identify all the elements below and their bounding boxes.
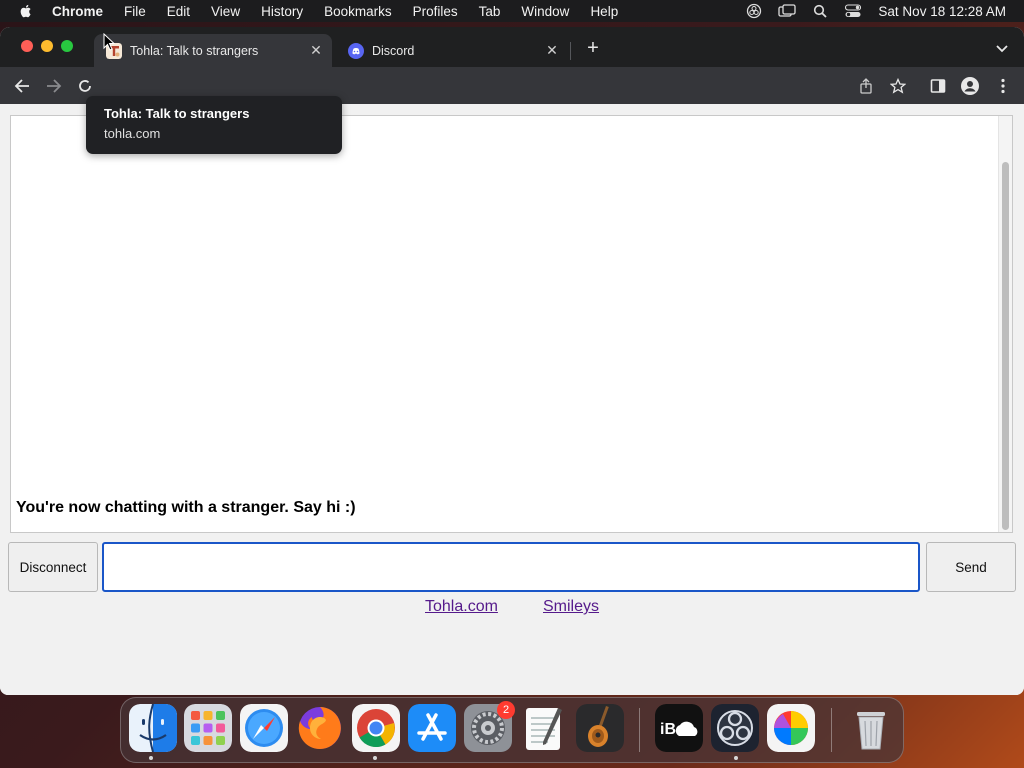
reload-icon[interactable] — [76, 77, 94, 95]
tab-search-chevron-icon[interactable] — [994, 40, 1010, 56]
menu-edit[interactable]: Edit — [167, 4, 190, 19]
tab-tohla[interactable]: Tohla: Talk to strangers ✕ — [94, 34, 332, 67]
dock: 2 iB — [120, 697, 904, 763]
back-arrow-icon[interactable] — [13, 77, 31, 95]
control-center-icon[interactable] — [844, 3, 862, 19]
menu-bar: Chrome File Edit View History Bookmarks … — [0, 0, 1024, 22]
tab-title: Tohla: Talk to strangers — [130, 43, 259, 58]
scrollbar-thumb[interactable] — [1002, 162, 1009, 530]
minimize-window-button[interactable] — [41, 40, 53, 52]
spotlight-search-icon[interactable] — [811, 3, 829, 19]
fullscreen-window-button[interactable] — [61, 40, 73, 52]
menu-history[interactable]: History — [261, 4, 303, 19]
obs-status-icon[interactable] — [745, 3, 763, 19]
running-indicator — [734, 756, 738, 760]
tab-discord[interactable]: Discord ✕ — [336, 34, 568, 67]
profile-avatar-icon[interactable] — [961, 77, 979, 95]
share-icon[interactable] — [857, 77, 875, 95]
system-message: You're now chatting with a stranger. Say… — [16, 499, 356, 516]
running-indicator — [373, 756, 377, 760]
dock-separator — [831, 708, 832, 752]
tab-hover-tooltip: Tohla: Talk to strangers tohla.com — [86, 96, 342, 154]
chat-scrollbar[interactable] — [998, 116, 1012, 532]
forward-arrow-icon[interactable] — [45, 77, 63, 95]
firefox-icon[interactable] — [296, 704, 344, 752]
trash-icon[interactable] — [847, 704, 895, 752]
menu-app-chrome[interactable]: Chrome — [52, 4, 103, 19]
status-area: Sat Nov 18 12:28 AM — [730, 0, 1006, 22]
chat-log[interactable]: You're now chatting with a stranger. Say… — [10, 115, 1013, 533]
discord-icon — [348, 42, 364, 59]
app-store-icon[interactable] — [408, 704, 456, 752]
tab-title: Discord — [372, 43, 415, 58]
mouse-cursor-icon — [103, 33, 115, 51]
browser-window: Tohla: Talk to strangers ✕ Discord ✕ + Y… — [0, 27, 1024, 695]
tab-strip: Tohla: Talk to strangers ✕ Discord ✕ + — [0, 27, 1024, 67]
close-window-button[interactable] — [21, 40, 33, 52]
notification-badge: 2 — [497, 701, 515, 719]
more-menu-icon[interactable] — [994, 77, 1012, 95]
menu-profiles[interactable]: Profiles — [413, 4, 458, 19]
launchpad-icon[interactable] — [184, 704, 232, 752]
textedit-icon[interactable] — [520, 704, 568, 752]
menu-help[interactable]: Help — [590, 4, 618, 19]
message-input[interactable] — [102, 542, 920, 592]
chrome-icon[interactable] — [352, 704, 400, 752]
new-tab-plus-icon[interactable]: + — [584, 38, 602, 58]
menu-bookmarks[interactable]: Bookmarks — [324, 4, 392, 19]
apple-icon[interactable] — [18, 3, 34, 19]
tab-separator — [570, 42, 571, 60]
obs-icon[interactable] — [711, 704, 759, 752]
disconnect-button[interactable]: Disconnect — [8, 542, 98, 592]
system-settings-icon[interactable]: 2 — [464, 701, 515, 752]
iboysoft-icloud-icon[interactable]: iB — [655, 704, 703, 752]
dock-separator — [639, 708, 640, 752]
tohla-link[interactable]: Tohla.com — [425, 598, 498, 616]
color-picker-icon[interactable] — [767, 704, 815, 752]
finder-icon[interactable] — [129, 704, 177, 752]
tooltip-title: Tohla: Talk to strangers — [104, 106, 250, 121]
bookmark-star-icon[interactable] — [889, 77, 907, 95]
menubar-clock[interactable]: Sat Nov 18 12:28 AM — [878, 4, 1006, 19]
menu-view[interactable]: View — [211, 4, 240, 19]
close-tab-icon[interactable]: ✕ — [308, 42, 324, 59]
screen-mirroring-icon[interactable] — [778, 3, 797, 19]
garageband-icon[interactable] — [576, 704, 624, 752]
page-content: You're now chatting with a stranger. Say… — [0, 104, 1024, 695]
send-button[interactable]: Send — [926, 542, 1016, 592]
svg-text:iB: iB — [660, 721, 676, 738]
tooltip-url: tohla.com — [104, 126, 161, 141]
menu-file[interactable]: File — [124, 4, 146, 19]
safari-icon[interactable] — [240, 704, 288, 752]
menu-tab[interactable]: Tab — [479, 4, 501, 19]
menu-window[interactable]: Window — [521, 4, 569, 19]
side-panel-icon[interactable] — [929, 77, 947, 95]
running-indicator — [149, 756, 153, 760]
smileys-link[interactable]: Smileys — [543, 598, 599, 616]
footer-links: Tohla.com Smileys — [0, 598, 1024, 620]
close-tab-icon[interactable]: ✕ — [544, 42, 560, 59]
